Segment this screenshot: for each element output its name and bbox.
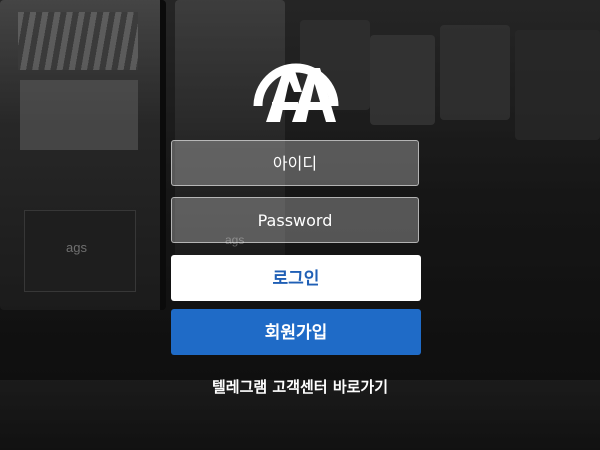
signup-button[interactable]: 회원가입 — [171, 309, 421, 355]
aa-logo-icon — [253, 63, 339, 122]
telegram-support-link[interactable]: 텔레그램 고객센터 바로가기 — [0, 376, 600, 397]
login-button[interactable]: 로그인 — [171, 255, 421, 301]
id-input[interactable] — [171, 140, 419, 186]
password-input[interactable] — [171, 197, 419, 243]
